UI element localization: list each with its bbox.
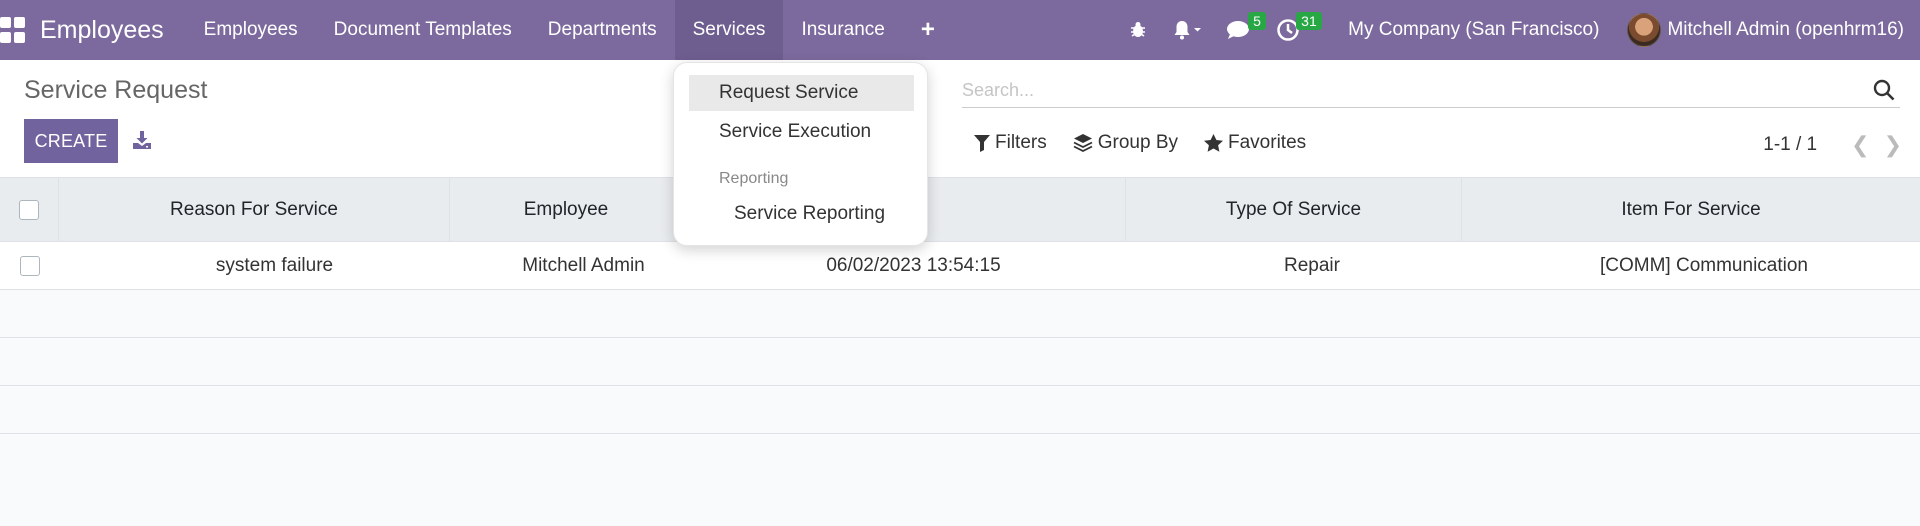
pager-next-icon[interactable]: ❯	[1884, 132, 1902, 158]
menu-section-reporting: Reporting	[719, 170, 789, 187]
search-options: Filters Group By Favorites	[974, 132, 1332, 154]
activities-clock-icon[interactable]: 31	[1264, 0, 1322, 60]
menu-employees[interactable]: Employees	[186, 0, 316, 60]
systray: 5 31 My Company (San Francisco) Mitchell…	[1116, 0, 1920, 60]
empty-row	[0, 338, 1920, 386]
pager: 1-1 / 1 ❮ ❯	[1763, 132, 1902, 158]
top-navbar: Employees Employees Document Templates D…	[0, 0, 1920, 60]
pager-value[interactable]: 1-1 / 1	[1763, 134, 1817, 156]
app-title[interactable]: Employees	[40, 16, 164, 45]
column-employee[interactable]: Employee	[450, 178, 683, 242]
menu-request-service[interactable]: Request Service	[689, 75, 914, 111]
favorites-button[interactable]: Favorites	[1204, 132, 1306, 154]
empty-row	[0, 290, 1920, 338]
user-name: Mitchell Admin (openhrm16)	[1667, 19, 1904, 40]
empty-row	[0, 386, 1920, 434]
menu-service-reporting[interactable]: Service Reporting	[689, 196, 914, 232]
select-all-checkbox[interactable]	[19, 200, 39, 220]
menu-insurance[interactable]: Insurance	[783, 0, 902, 60]
search-input[interactable]	[962, 74, 1842, 106]
layers-icon	[1073, 134, 1093, 153]
menu-service-execution[interactable]: Service Execution	[689, 114, 914, 150]
column-type-of-service[interactable]: Type Of Service	[1126, 178, 1462, 242]
apps-menu-icon[interactable]	[0, 17, 26, 43]
column-reason-for-service[interactable]: Reason For Service	[59, 178, 450, 242]
activities-badge: 31	[1296, 12, 1322, 30]
create-button[interactable]: CREATE	[24, 119, 118, 163]
group-by-label: Group By	[1097, 132, 1178, 153]
menu-document-templates[interactable]: Document Templates	[316, 0, 530, 60]
list-view-table: Reason For Service Employee Type Of Serv…	[0, 178, 1920, 434]
page-title: Service Request	[24, 76, 208, 104]
search-bar	[962, 74, 1900, 108]
table-row[interactable]: system failure Mitchell Admin 06/02/2023…	[0, 242, 1920, 290]
messages-icon[interactable]: 5	[1214, 0, 1266, 60]
bell-icon[interactable]	[1160, 0, 1214, 60]
user-menu[interactable]: Mitchell Admin (openhrm16)	[1613, 13, 1920, 47]
menu-services[interactable]: Services	[674, 0, 784, 60]
table-header: Reason For Service Employee Type Of Serv…	[0, 178, 1920, 242]
cell-date[interactable]: 06/02/2023 13:54:15	[683, 242, 1126, 290]
row-checkbox[interactable]	[19, 256, 40, 276]
cell-employee[interactable]: Mitchell Admin	[450, 242, 683, 290]
services-dropdown-menu: Request Service Service Execution Report…	[673, 62, 928, 246]
star-icon	[1204, 134, 1223, 152]
avatar	[1627, 13, 1662, 47]
filter-icon	[974, 135, 990, 152]
favorites-label: Favorites	[1228, 132, 1307, 153]
row-select-cell	[0, 242, 59, 290]
cell-item[interactable]: [COMM] Communication	[1462, 242, 1920, 290]
cell-reason[interactable]: system failure	[59, 242, 450, 290]
menu-departments[interactable]: Departments	[530, 0, 675, 60]
add-menu-button[interactable]: +	[903, 0, 953, 60]
filters-label: Filters	[995, 132, 1047, 153]
cell-type[interactable]: Repair	[1126, 242, 1462, 290]
filters-button[interactable]: Filters	[974, 132, 1047, 154]
search-icon[interactable]	[1872, 78, 1896, 102]
download-icon[interactable]	[132, 130, 152, 150]
control-panel: Service Request CREATE Filters Group By …	[0, 60, 1920, 178]
column-item-for-service[interactable]: Item For Service	[1462, 178, 1920, 242]
pager-previous-icon[interactable]: ❮	[1851, 132, 1869, 158]
select-all-cell	[0, 178, 59, 242]
group-by-button[interactable]: Group By	[1073, 132, 1178, 154]
main-menu: Employees Document Templates Departments…	[186, 0, 953, 60]
company-switcher[interactable]: My Company (San Francisco)	[1334, 19, 1613, 41]
debug-bug-icon[interactable]	[1116, 0, 1160, 60]
